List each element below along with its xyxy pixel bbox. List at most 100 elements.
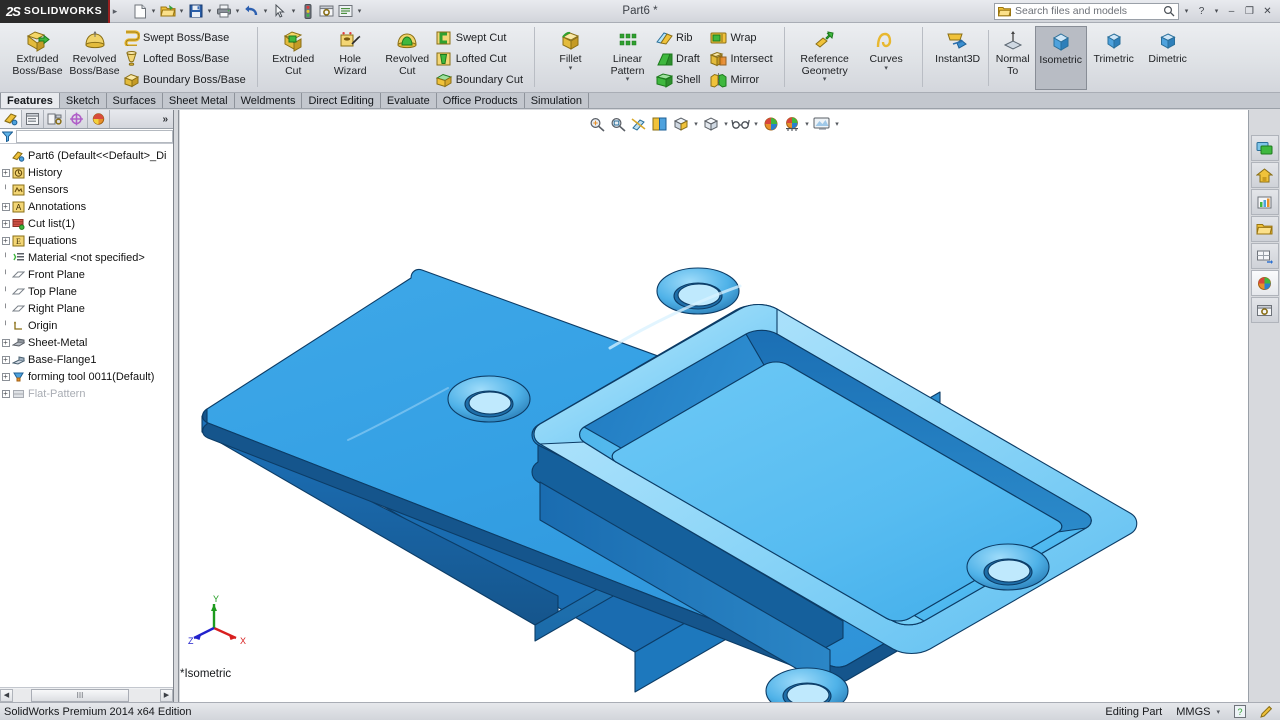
new-document-button[interactable]: [130, 2, 149, 21]
menu-expand-arrow-icon[interactable]: ▸: [110, 6, 120, 17]
select-tool-caret-icon[interactable]: ▾: [289, 7, 298, 15]
linear-pattern-button[interactable]: Linear Pattern ▾: [599, 26, 656, 83]
document-properties-button[interactable]: [336, 2, 355, 21]
trimetric-view-button[interactable]: Trimetric: [1087, 26, 1141, 66]
tree-item-front-plane[interactable]: ╵ Front Plane: [0, 266, 173, 283]
tab-sketch[interactable]: Sketch: [59, 93, 107, 108]
open-document-caret-icon[interactable]: ▾: [177, 7, 186, 15]
wrap-button[interactable]: Wrap: [710, 28, 776, 48]
undo-button[interactable]: [242, 2, 261, 21]
curves-dropdown-caret-icon[interactable]: ▾: [884, 65, 888, 72]
rib-button[interactable]: Rib: [656, 28, 704, 48]
extruded-boss-base-button[interactable]: Extruded Boss/Base: [9, 26, 66, 77]
overdefined-icon[interactable]: ?: [1234, 705, 1246, 718]
tab-office-products[interactable]: Office Products: [436, 93, 525, 108]
tree-item-history[interactable]: + History: [0, 164, 173, 181]
intersect-button[interactable]: Intersect: [710, 49, 776, 69]
tab-simulation[interactable]: Simulation: [524, 93, 590, 108]
tree-expander[interactable]: +: [0, 355, 11, 364]
close-window-button[interactable]: ✕: [1260, 4, 1275, 18]
instant3d-button[interactable]: Instant3D: [930, 26, 986, 66]
appearances-scenes-button[interactable]: [1250, 270, 1279, 296]
graphics-viewport[interactable]: ▣ ▣ – ❐ ✕ ▾: [180, 110, 1248, 702]
tree-item-flat-pattern[interactable]: + Flat-Pattern: [0, 385, 173, 402]
tree-expander[interactable]: +: [0, 168, 11, 177]
tree-item-sheet-metal[interactable]: + Sheet-Metal: [0, 334, 173, 351]
units-caret-icon[interactable]: ▾: [1216, 708, 1220, 716]
tree-item-origin[interactable]: ╵ Origin: [0, 317, 173, 334]
tree-item-forming-tool[interactable]: + forming tool 0011(Default): [0, 368, 173, 385]
normal-to-button[interactable]: Normal To: [991, 26, 1035, 77]
options-button[interactable]: [317, 2, 336, 21]
view-palette-button[interactable]: [1250, 243, 1279, 269]
curves-button[interactable]: Curves ▾: [858, 26, 915, 72]
tree-item-base-flange[interactable]: + Base-Flange1: [0, 351, 173, 368]
tab-surfaces[interactable]: Surfaces: [106, 93, 163, 108]
dimetric-view-button[interactable]: Dimetric: [1141, 26, 1195, 66]
tab-direct-editing[interactable]: Direct Editing: [302, 93, 381, 108]
tree-item-sensors[interactable]: ╵ Sensors: [0, 181, 173, 198]
configuration-manager-tab[interactable]: [44, 110, 66, 128]
isometric-view-button[interactable]: Isometric: [1034, 26, 1087, 90]
swept-boss-base-button[interactable]: Swept Boss/Base: [123, 28, 250, 48]
print-document-caret-icon[interactable]: ▾: [233, 7, 242, 15]
tree-item-annotations[interactable]: + A Annotations: [0, 198, 173, 215]
feature-manager-more-button[interactable]: »: [162, 114, 173, 125]
tab-evaluate[interactable]: Evaluate: [380, 93, 437, 108]
scroll-left-arrow-icon[interactable]: ◀: [0, 688, 13, 702]
print-document-button[interactable]: [214, 2, 233, 21]
extruded-cut-button[interactable]: Extruded Cut: [265, 26, 322, 77]
undo-caret-icon[interactable]: ▾: [261, 7, 270, 15]
scrollbar-track[interactable]: III: [13, 688, 160, 702]
draft-button[interactable]: Draft: [656, 49, 704, 69]
boundary-cut-button[interactable]: Boundary Cut: [435, 70, 527, 90]
dimxpert-manager-tab[interactable]: [66, 110, 88, 128]
tree-item-equations[interactable]: + E Equations: [0, 232, 173, 249]
units-label[interactable]: MMGS: [1176, 706, 1210, 718]
tree-expander[interactable]: +: [0, 236, 11, 245]
display-manager-tab[interactable]: [88, 110, 110, 128]
property-manager-tab[interactable]: [22, 110, 44, 128]
model-render[interactable]: [180, 110, 1248, 702]
rebuild-button[interactable]: [298, 2, 317, 21]
tree-item-cut-list[interactable]: + Cut list(1): [0, 215, 173, 232]
document-properties-caret-icon[interactable]: ▾: [355, 7, 364, 15]
panel-splitter[interactable]: [174, 110, 179, 702]
tree-expander[interactable]: +: [0, 389, 11, 398]
tree-item-right-plane[interactable]: ╵ Right Plane: [0, 300, 173, 317]
hole-wizard-button[interactable]: Hole Wizard: [322, 26, 379, 77]
scrollbar-thumb[interactable]: III: [31, 688, 129, 702]
search-caret-icon[interactable]: ▾: [1182, 7, 1191, 15]
swept-cut-button[interactable]: Swept Cut: [436, 28, 527, 48]
search-folder-button[interactable]: [1250, 216, 1279, 242]
tree-item-part[interactable]: Part6 (Default<<Default>_Di: [0, 147, 173, 164]
fillet-button[interactable]: Fillet ▾: [542, 26, 599, 72]
tab-features[interactable]: Features: [0, 93, 60, 108]
edit-pencil-icon[interactable]: [1260, 705, 1274, 718]
solidworks-resources-button[interactable]: [1250, 135, 1279, 161]
feature-tree-filter-input[interactable]: [16, 129, 173, 143]
boundary-boss-base-button[interactable]: Boundary Boss/Base: [123, 70, 250, 90]
feature-tree-horizontal-scrollbar[interactable]: ◀ III ▶: [0, 687, 173, 702]
help-caret-icon[interactable]: ▾: [1212, 7, 1221, 15]
lofted-boss-base-button[interactable]: Lofted Boss/Base: [123, 49, 250, 69]
tree-expander[interactable]: +: [0, 219, 11, 228]
tree-expander[interactable]: +: [0, 202, 11, 211]
new-document-caret-icon[interactable]: ▾: [149, 7, 158, 15]
revolved-cut-button[interactable]: Revolved Cut: [379, 26, 436, 77]
linear-pattern-dropdown-caret-icon[interactable]: ▾: [626, 76, 630, 83]
scroll-right-arrow-icon[interactable]: ▶: [160, 688, 173, 702]
design-library-button[interactable]: [1250, 162, 1279, 188]
shell-button[interactable]: Shell: [656, 70, 704, 90]
tree-expander[interactable]: +: [0, 372, 11, 381]
save-document-caret-icon[interactable]: ▾: [205, 7, 214, 15]
reference-geometry-button[interactable]: Reference Geometry ▾: [792, 26, 858, 83]
open-document-button[interactable]: [158, 2, 177, 21]
lofted-cut-button[interactable]: Lofted Cut: [436, 49, 527, 69]
mirror-button[interactable]: Mirror: [710, 70, 776, 90]
restore-window-button[interactable]: ❐: [1242, 4, 1257, 18]
select-tool-button[interactable]: [270, 2, 289, 21]
reference-geometry-dropdown-caret-icon[interactable]: ▾: [823, 76, 827, 83]
tab-sheet-metal[interactable]: Sheet Metal: [162, 93, 235, 108]
custom-properties-button[interactable]: [1250, 297, 1279, 323]
